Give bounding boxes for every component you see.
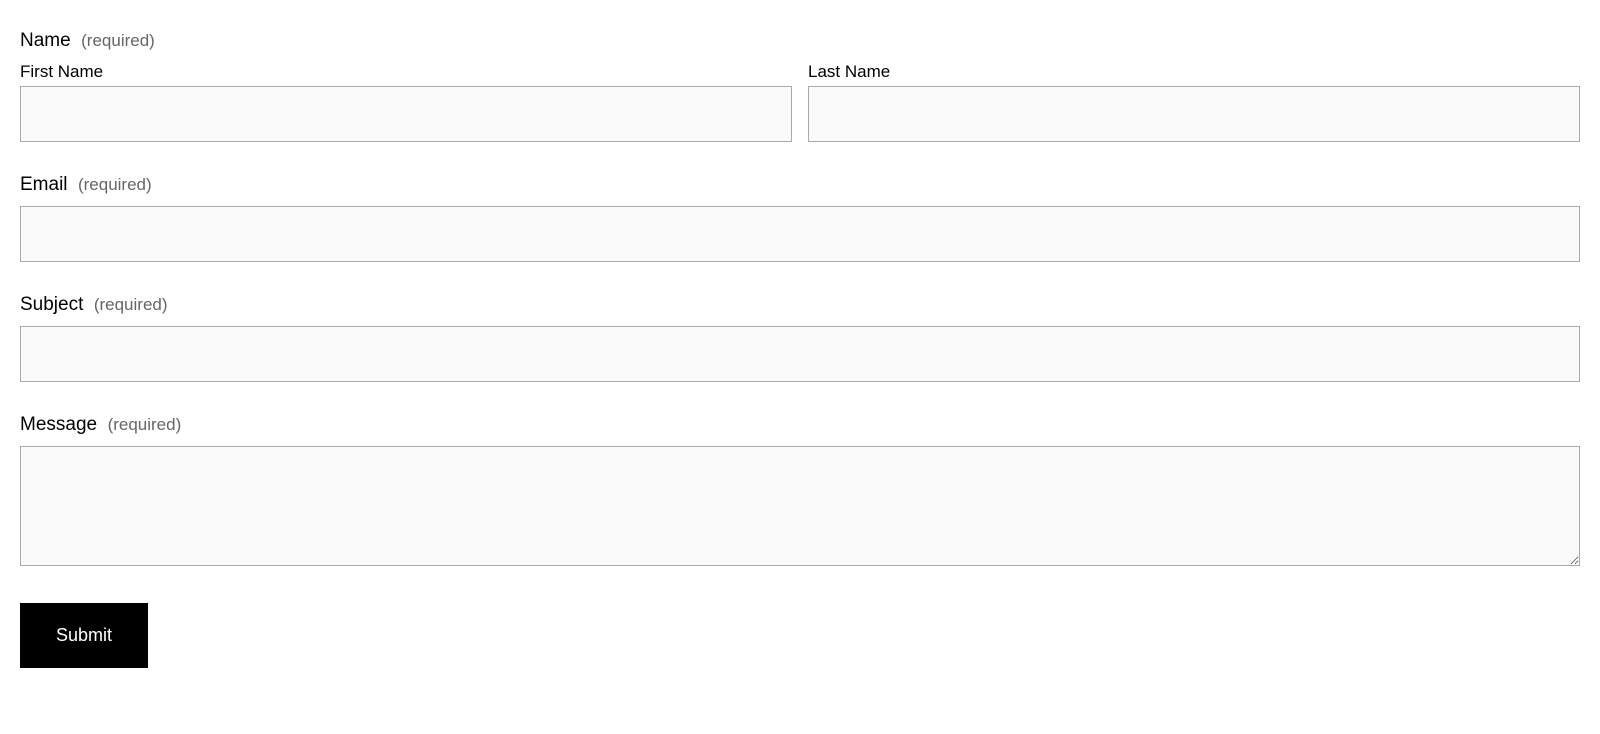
message-required: (required) xyxy=(108,415,182,434)
last-name-col: Last Name xyxy=(808,62,1580,142)
first-name-label: First Name xyxy=(20,62,792,82)
name-label-row: Name (required) xyxy=(20,30,1580,56)
name-required: (required) xyxy=(81,31,155,50)
subject-label: Subject xyxy=(20,294,83,316)
first-name-col: First Name xyxy=(20,62,792,142)
last-name-input[interactable] xyxy=(808,86,1580,142)
email-required: (required) xyxy=(78,175,152,194)
first-name-input[interactable] xyxy=(20,86,792,142)
subject-label-row: Subject (required) xyxy=(20,294,1580,320)
subject-required: (required) xyxy=(94,295,168,314)
submit-button[interactable]: Submit xyxy=(20,603,148,668)
name-group: Name (required) First Name Last Name xyxy=(20,30,1580,142)
subject-input[interactable] xyxy=(20,326,1580,382)
contact-form: Name (required) First Name Last Name Ema… xyxy=(20,30,1580,668)
email-label: Email xyxy=(20,174,68,196)
name-row: First Name Last Name xyxy=(20,62,1580,142)
message-label: Message xyxy=(20,414,97,436)
message-label-row: Message (required) xyxy=(20,414,1580,440)
email-input[interactable] xyxy=(20,206,1580,262)
subject-group: Subject (required) xyxy=(20,294,1580,382)
email-label-row: Email (required) xyxy=(20,174,1580,200)
last-name-label: Last Name xyxy=(808,62,1580,82)
message-group: Message (required) xyxy=(20,414,1580,571)
name-label: Name xyxy=(20,30,71,52)
email-group: Email (required) xyxy=(20,174,1580,262)
message-textarea[interactable] xyxy=(20,446,1580,566)
